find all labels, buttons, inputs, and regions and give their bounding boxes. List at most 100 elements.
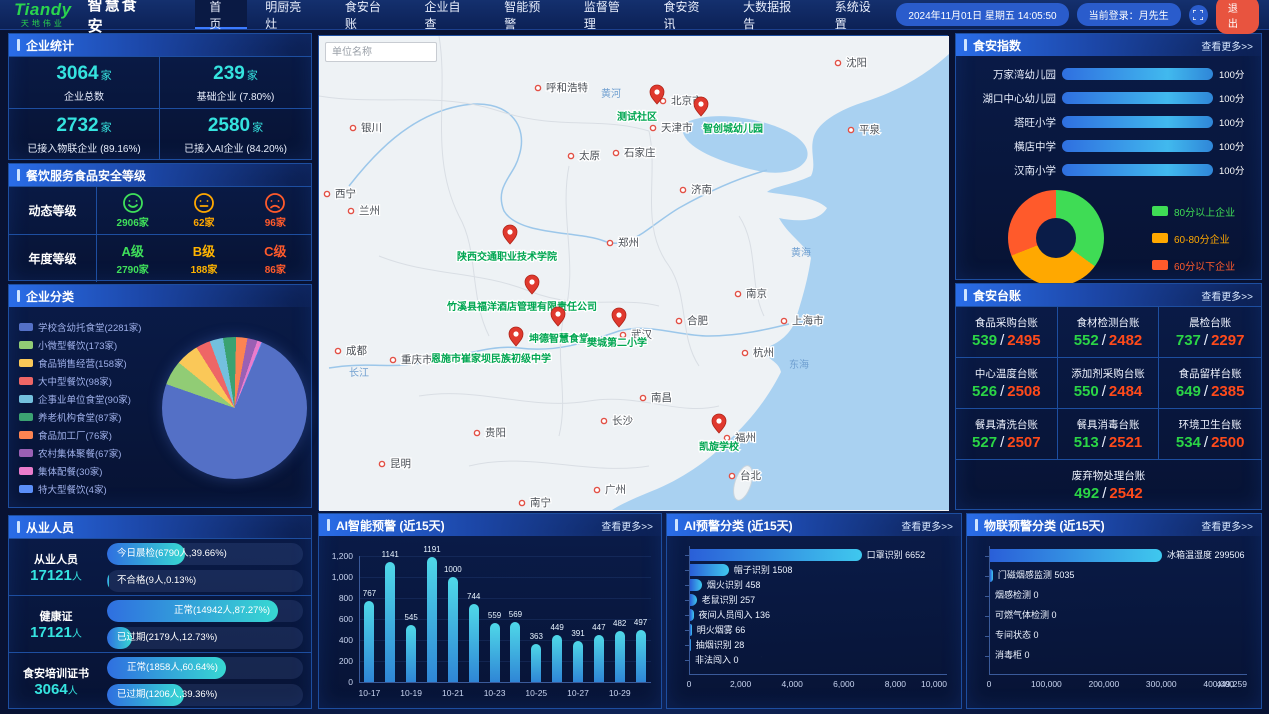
menu-item-3[interactable]: 企业自查 [411, 0, 487, 29]
index-bar-track [1062, 140, 1213, 152]
map-marker-label[interactable]: 恩施市崔家坝民族初级中学 [431, 352, 551, 365]
map-marker-label[interactable]: 樊城第二小学 [587, 336, 647, 349]
category-bar[interactable] [690, 639, 691, 651]
category-legend-item[interactable]: 食品销售经营(158家) [19, 356, 162, 370]
warning-bar[interactable] [594, 635, 604, 682]
logout-button[interactable]: 退出 [1216, 0, 1259, 34]
geo-label: 黄海 [791, 246, 811, 259]
city-dot [676, 318, 681, 323]
warning-bar[interactable] [615, 631, 625, 682]
china-map[interactable]: 沈阳平泉呼和浩特北京市天津市石家庄太原济南银川西宁兰州郑州西安南京上海市合肥杭州… [318, 35, 948, 510]
warning-bar[interactable] [364, 601, 374, 682]
category-bar[interactable] [690, 549, 862, 561]
grade-row: 动态等级2906家62家96家 [9, 186, 311, 234]
map-marker-label[interactable]: 测试社区 [617, 110, 657, 123]
category-bar[interactable] [690, 609, 694, 621]
y-axis-tick: 600 [339, 614, 353, 624]
menu-item-7[interactable]: 大数据报告 [729, 0, 817, 29]
ai-warning-bar-chart[interactable]: 02004006008001,0001,20076710-17114154510… [319, 536, 661, 708]
warning-bar[interactable] [636, 630, 646, 682]
menu-item-2[interactable]: 食安台账 [331, 0, 407, 29]
view-more-link[interactable]: 查看更多>> [1201, 518, 1253, 533]
category-legend-item[interactable]: 小微型餐饮(173家) [19, 338, 162, 352]
view-more-link[interactable]: 查看更多>> [1201, 38, 1253, 53]
map-marker-label[interactable]: 坤德智慧食堂 [529, 332, 589, 345]
map-marker-label[interactable]: 陕西交通职业技术学院 [457, 250, 557, 263]
ledger-count-done: 649 [1176, 383, 1201, 400]
ledger-separator: / [1000, 332, 1004, 349]
warning-bar[interactable] [552, 635, 562, 682]
category-bar[interactable] [690, 624, 692, 636]
legend-swatch [1152, 233, 1168, 243]
donut-legend-item[interactable]: 60分以下企业 [1152, 258, 1235, 273]
menu-item-1[interactable]: 明厨亮灶 [251, 0, 327, 29]
menu-item-6[interactable]: 食安资讯 [650, 0, 726, 29]
index-bar-fill [1062, 164, 1213, 176]
y-axis-line [989, 546, 990, 674]
view-more-link[interactable]: 查看更多>> [601, 518, 653, 533]
category-bar[interactable] [690, 594, 697, 606]
category-bar[interactable] [990, 549, 1162, 562]
warning-bar[interactable] [469, 604, 479, 682]
warning-bar[interactable] [531, 644, 541, 682]
map-marker-label[interactable]: 竹溪县福洋酒店管理有限责任公司 [446, 300, 597, 313]
menu-item-0[interactable]: 首页 [195, 0, 247, 29]
ledger-separator: / [1102, 434, 1106, 451]
donut-legend-item[interactable]: 60-80分企业 [1152, 231, 1235, 246]
y-axis-tick: 0 [348, 677, 353, 687]
warning-bar[interactable] [427, 557, 437, 682]
x-axis-tick: 10-23 [481, 688, 509, 698]
category-bar[interactable] [990, 569, 993, 582]
category-legend-item[interactable]: 企事业单位食堂(90家) [19, 392, 162, 406]
menu-item-4[interactable]: 智能预警 [490, 0, 566, 29]
score-donut-wrap: 80分以上企业 60-80分企业 60分以下企业 [956, 190, 1261, 286]
ai-categories-bar-chart[interactable]: 口罩识别 6652帽子识别 1508烟火识别 458老鼠识别 257夜间人员闯入… [667, 536, 961, 708]
map-marker-label[interactable]: 凯旋学校 [699, 440, 740, 453]
category-legend-item[interactable]: 养老机构食堂(87家) [19, 410, 162, 424]
view-more-link[interactable]: 查看更多>> [1201, 288, 1253, 303]
ledger-count-total: 2482 [1109, 332, 1142, 349]
ledger-count-total: 2542 [1109, 485, 1142, 502]
category-bar[interactable] [690, 564, 729, 576]
ledger-separator: / [1000, 383, 1004, 400]
worker-row: 食安培训证书3064人正常(1858人,60.64%)已过期(1206人,39.… [9, 652, 311, 709]
donut-legend-item[interactable]: 80分以上企业 [1152, 204, 1235, 219]
iot-categories-panel: 物联预警分类 (近15天) 查看更多>> 冰箱温湿度 299506门磁烟感监测 … [966, 513, 1262, 709]
index-bar-fill [1062, 92, 1213, 104]
worker-progress-text: 正常(1858人,60.64%) [127, 657, 218, 679]
warning-bar[interactable] [406, 625, 416, 682]
iot-categories-header: 物联预警分类 (近15天) 查看更多>> [967, 514, 1261, 536]
warning-bar[interactable] [385, 562, 395, 682]
worker-unit: 人 [72, 572, 82, 583]
category-pie-chart[interactable] [162, 337, 307, 479]
row-tick [685, 630, 689, 631]
menu-item-8[interactable]: 系统设置 [821, 0, 897, 29]
x-axis-line [989, 674, 1247, 675]
worker-label: 健康证 [9, 608, 103, 624]
warning-bar[interactable] [490, 623, 500, 682]
worker-unit: 人 [72, 629, 82, 640]
category-legend-item[interactable]: 大中型餐饮(98家) [19, 374, 162, 388]
score-donut-chart[interactable] [1008, 190, 1104, 286]
grid-line [359, 598, 651, 599]
category-bar[interactable] [690, 579, 702, 591]
ledger-name: 环境卫生台账 [1179, 417, 1242, 432]
grade-cell: 62家 [168, 187, 239, 234]
menu-item-5[interactable]: 监督管理 [570, 0, 646, 29]
fullscreen-button[interactable] [1189, 5, 1208, 25]
category-legend-item[interactable]: 特大型餐饮(4家) [19, 482, 162, 496]
row-tick [685, 585, 689, 586]
y-axis-line [359, 556, 360, 682]
map-marker-label[interactable]: 智创城幼儿园 [703, 122, 763, 135]
category-legend-item[interactable]: 农村集体聚餐(67家) [19, 446, 162, 460]
category-bar-label: 冰箱温湿度 299506 [1167, 549, 1245, 562]
category-legend-item[interactable]: 食品加工厂(76家) [19, 428, 162, 442]
category-legend-item[interactable]: 集体配餐(30家) [19, 464, 162, 478]
map-search-input[interactable] [325, 42, 437, 62]
warning-bar[interactable] [448, 577, 458, 682]
category-legend-item[interactable]: 学校含幼托食堂(2281家) [19, 320, 162, 334]
view-more-link[interactable]: 查看更多>> [901, 518, 953, 533]
iot-categories-bar-chart[interactable]: 冰箱温湿度 299506门磁烟感监测 5035烟感检测 0可燃气体检测 0专间状… [967, 536, 1261, 708]
warning-bar[interactable] [510, 622, 520, 682]
warning-bar[interactable] [573, 641, 583, 682]
